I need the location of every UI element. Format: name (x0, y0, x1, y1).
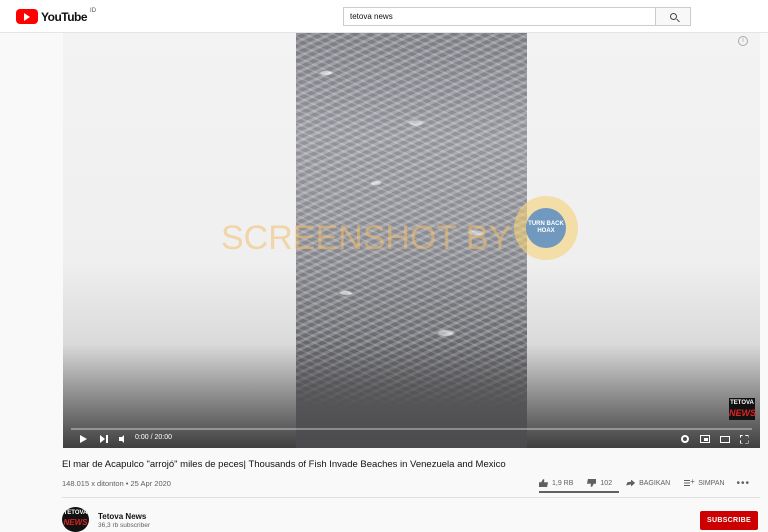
youtube-play-icon (16, 9, 38, 24)
next-icon (100, 435, 108, 443)
screenshot-watermark: SCREENSHOT BY (221, 219, 512, 257)
play-icon (79, 435, 87, 443)
dislike-button[interactable]: 102 (587, 479, 612, 487)
share-button[interactable]: BAGIKAN (626, 479, 671, 487)
subscribe-button[interactable]: SUBSCRIBE (700, 511, 758, 530)
turnbackhoax-seal: TURN BACK HOAX (514, 196, 578, 260)
miniplayer-button[interactable] (698, 432, 712, 446)
theater-icon (720, 435, 730, 443)
channel-watermark[interactable]: TETOVA NEWS (729, 398, 756, 420)
channel-watermark-top: TETOVA (730, 400, 754, 406)
search-icon (669, 13, 677, 20)
logo-text: YouTube (41, 9, 88, 24)
like-count: 1,9 RB (552, 479, 574, 487)
channel-name[interactable]: Tetova News (98, 512, 146, 521)
miniplayer-icon (700, 435, 710, 443)
mute-button[interactable] (117, 432, 129, 446)
video-meta: 148.015 x ditonton • 25 Apr 2020 (62, 479, 171, 488)
youtube-logo[interactable]: YouTube ID (16, 7, 97, 24)
search-button[interactable] (656, 7, 691, 26)
logo-country-code: ID (90, 7, 97, 14)
fullscreen-icon (739, 434, 749, 444)
video-player[interactable]: i SCREENSHOT BY TURN BACK HOAX TETOVA NE… (63, 33, 760, 448)
info-icon[interactable]: i (738, 36, 748, 46)
subscriber-count: 36,3 rb subscriber (98, 522, 151, 529)
like-button[interactable]: 1,9 RB (539, 479, 573, 487)
volume-icon (118, 435, 128, 443)
fullscreen-button[interactable] (738, 432, 750, 446)
divider (62, 497, 760, 498)
thumbs-up-icon (539, 479, 548, 487)
time-display: 0:00 / 20:00 (135, 434, 172, 441)
search-input[interactable]: tetova news (343, 7, 656, 26)
avatar-text-top: TETOVA (63, 510, 88, 516)
channel-watermark-bottom: NEWS (729, 408, 756, 418)
progress-bar[interactable] (71, 428, 752, 430)
settings-button[interactable] (679, 432, 691, 446)
dislike-count: 102 (600, 479, 613, 487)
theater-button[interactable] (718, 432, 732, 446)
gear-icon (681, 435, 689, 443)
save-button[interactable]: SIMPAN (684, 477, 725, 487)
share-icon (626, 479, 636, 487)
channel-avatar[interactable]: TETOVA NEWS (62, 507, 89, 532)
player-controls: 0:00 / 20:00 (63, 432, 760, 448)
play-button[interactable] (77, 432, 89, 446)
save-label: SIMPAN (698, 479, 725, 487)
video-title: El mar de Acapulco "arrojó" miles de pec… (62, 459, 506, 470)
seal-text: TURN BACK HOAX (526, 208, 566, 248)
video-actions: 1,9 RB 102 BAGIKAN SIMPAN ••• (539, 477, 750, 489)
sentiment-bar (539, 491, 619, 493)
more-actions-button[interactable]: ••• (737, 478, 751, 489)
thumbs-down-icon (587, 479, 596, 487)
save-playlist-icon (684, 477, 695, 487)
share-label: BAGIKAN (639, 479, 671, 487)
top-bar: YouTube ID tetova news (0, 0, 768, 33)
avatar-text-bottom: NEWS (63, 518, 88, 527)
next-button[interactable] (98, 432, 110, 446)
